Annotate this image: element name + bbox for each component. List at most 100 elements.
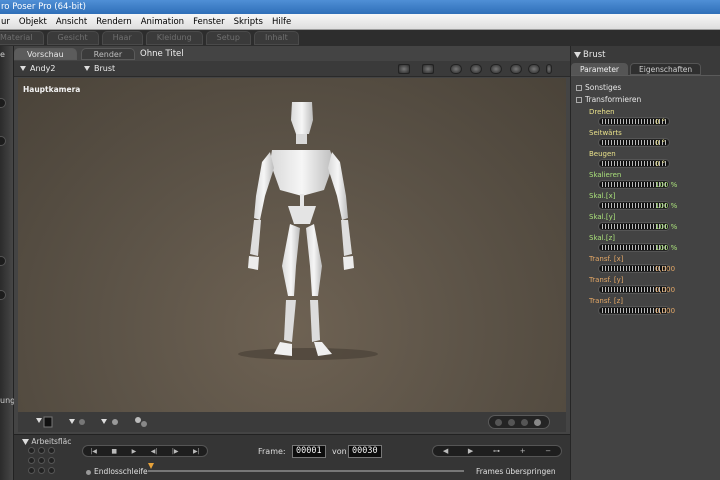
left-panel-fragment-bottom: ung [0, 396, 16, 405]
param-value[interactable]: 0,000 [655, 307, 675, 315]
viewport-bottom-controls [18, 412, 566, 432]
param-skal-y: Skal.[y] 100 % [589, 213, 717, 234]
param-value[interactable]: 100 % [655, 181, 677, 189]
stop-icon[interactable]: ■ [111, 448, 117, 455]
layout-icon[interactable] [34, 416, 54, 428]
display-style-icon[interactable] [528, 64, 540, 74]
param-value[interactable]: 0 ° [655, 118, 665, 126]
window-title: ro Poser Pro (64-bit) [1, 2, 86, 12]
room-tab-content[interactable]: Inhalt [253, 31, 299, 45]
workspace-toggle[interactable]: Arbeitsfläc [22, 437, 71, 446]
param-value[interactable]: 0 ° [655, 160, 665, 168]
loop-indicator-icon [86, 469, 91, 475]
menu-item-render[interactable]: Rendern [92, 14, 137, 29]
display-style-icon[interactable] [470, 64, 482, 74]
param-label: Seitwärts [589, 129, 622, 137]
tab-parameters[interactable]: Parameter [571, 63, 629, 75]
loop-label: Endlosschleife [94, 467, 148, 476]
selection-bar: Andy2 Brust [14, 61, 570, 77]
room-tab-setup[interactable]: Setup [205, 31, 251, 45]
panel-tabs: Parameter Eigenschaften [571, 63, 720, 75]
menu-item-view[interactable]: Ansicht [52, 14, 92, 29]
add-key-icon[interactable]: + [520, 447, 526, 455]
group-label: Sonstiges [585, 83, 622, 92]
param-label: Transf. [z] [589, 297, 624, 305]
timeline-scrubber[interactable] [148, 470, 464, 472]
menu-item-scripts[interactable]: Skripts [230, 14, 268, 29]
chevron-down-icon[interactable] [68, 417, 88, 427]
frame-of-label: von [332, 447, 347, 456]
chevron-down-icon[interactable] [574, 52, 581, 58]
keyframe-controls: ◀ ▶ ⊶ + − [432, 445, 562, 457]
param-drehen: Drehen 0 ° [589, 108, 717, 129]
skip-frames-toggle[interactable]: Frames überspringen [476, 467, 556, 476]
left-dial-knob[interactable] [0, 98, 6, 108]
menu-item-window[interactable]: Fenster [189, 14, 230, 29]
left-dial-knob[interactable] [0, 290, 6, 300]
param-value[interactable]: 100 % [655, 244, 677, 252]
first-frame-icon[interactable]: |◀ [90, 448, 97, 455]
param-value[interactable]: 0,000 [655, 286, 675, 294]
tab-properties[interactable]: Eigenschaften [630, 63, 702, 75]
next-key-icon[interactable]: ▶ [468, 447, 473, 455]
param-transf-z: Transf. [z] 0,000 [589, 297, 717, 318]
key-icon[interactable]: ⊶ [493, 447, 500, 455]
tab-render[interactable]: Render [80, 48, 136, 60]
actor-dropdown-value: Brust [94, 64, 116, 73]
viewport-layout-selector[interactable] [488, 415, 550, 429]
camera-dots-control[interactable] [28, 447, 58, 477]
menu-item-animation[interactable]: Animation [137, 14, 189, 29]
room-tab-cloth[interactable]: Kleidung [145, 31, 203, 45]
next-frame-icon[interactable]: |▶ [172, 448, 179, 455]
param-value[interactable]: 100 % [655, 202, 677, 210]
mannequin-figure[interactable] [18, 78, 566, 412]
display-style-icon[interactable] [546, 64, 552, 74]
document-title: Ohne Titel [140, 49, 184, 59]
display-style-icon[interactable] [450, 64, 462, 74]
document-window: Vorschau Render Ohne Titel Andy2 Brust H… [14, 46, 570, 434]
tab-preview[interactable]: Vorschau [14, 48, 77, 60]
param-value[interactable]: 0,000 [655, 265, 675, 273]
room-tab-face[interactable]: Gesicht [46, 31, 99, 45]
left-dial-knob[interactable] [0, 256, 6, 266]
param-transf-x: Transf. [x] 0,000 [589, 255, 717, 276]
remove-key-icon[interactable]: − [545, 447, 551, 455]
preview-mode-icon[interactable] [398, 64, 410, 74]
menu-item-object[interactable]: Objekt [15, 14, 52, 29]
left-dial-knob[interactable] [0, 136, 6, 146]
current-frame-field[interactable]: 00001 [292, 445, 326, 458]
room-tab-material[interactable]: Material [0, 31, 44, 45]
play-icon[interactable]: ▶ [132, 448, 137, 455]
param-label: Beugen [589, 150, 616, 158]
window-icon[interactable] [422, 64, 434, 74]
left-tool-strip: e ung [0, 46, 16, 480]
figure-dropdown-value: Andy2 [30, 64, 56, 73]
room-tab-hair[interactable]: Haar [101, 31, 143, 45]
group-misc[interactable]: Sonstiges [576, 83, 621, 92]
chevron-down-icon[interactable] [100, 417, 122, 427]
scene-icon[interactable] [134, 416, 148, 428]
total-frames-field[interactable]: 00030 [348, 445, 382, 458]
figure-dropdown[interactable]: Andy2 [20, 61, 55, 77]
last-frame-icon[interactable]: ▶| [193, 448, 200, 455]
actor-dropdown[interactable]: Brust [84, 61, 115, 77]
playback-controls: |◀ ■ ▶ ◀| |▶ ▶| [82, 445, 208, 457]
loop-toggle[interactable]: Endlosschleife [86, 467, 148, 476]
parameters-list: Sonstiges Transformieren Drehen 0 ° Seit… [571, 75, 720, 480]
timeline-marker-icon[interactable] [148, 463, 154, 469]
display-style-icon[interactable] [510, 64, 522, 74]
param-value[interactable]: 100 % [655, 223, 677, 231]
prev-frame-icon[interactable]: ◀| [151, 448, 158, 455]
param-label: Skal.[y] [589, 213, 616, 221]
param-value[interactable]: 0 ° [655, 139, 665, 147]
3d-viewport[interactable]: Hauptkamera [18, 78, 566, 412]
menu-item-help[interactable]: Hilfe [268, 14, 296, 29]
param-transf-y: Transf. [y] 0,000 [589, 276, 717, 297]
collapse-box-icon [576, 85, 582, 91]
group-transform[interactable]: Transformieren [576, 95, 641, 104]
param-label: Drehen [589, 108, 615, 116]
param-label: Transf. [x] [589, 255, 624, 263]
menu-item-file[interactable]: ur [0, 14, 15, 29]
prev-key-icon[interactable]: ◀ [443, 447, 448, 455]
display-style-icon[interactable] [490, 64, 502, 74]
